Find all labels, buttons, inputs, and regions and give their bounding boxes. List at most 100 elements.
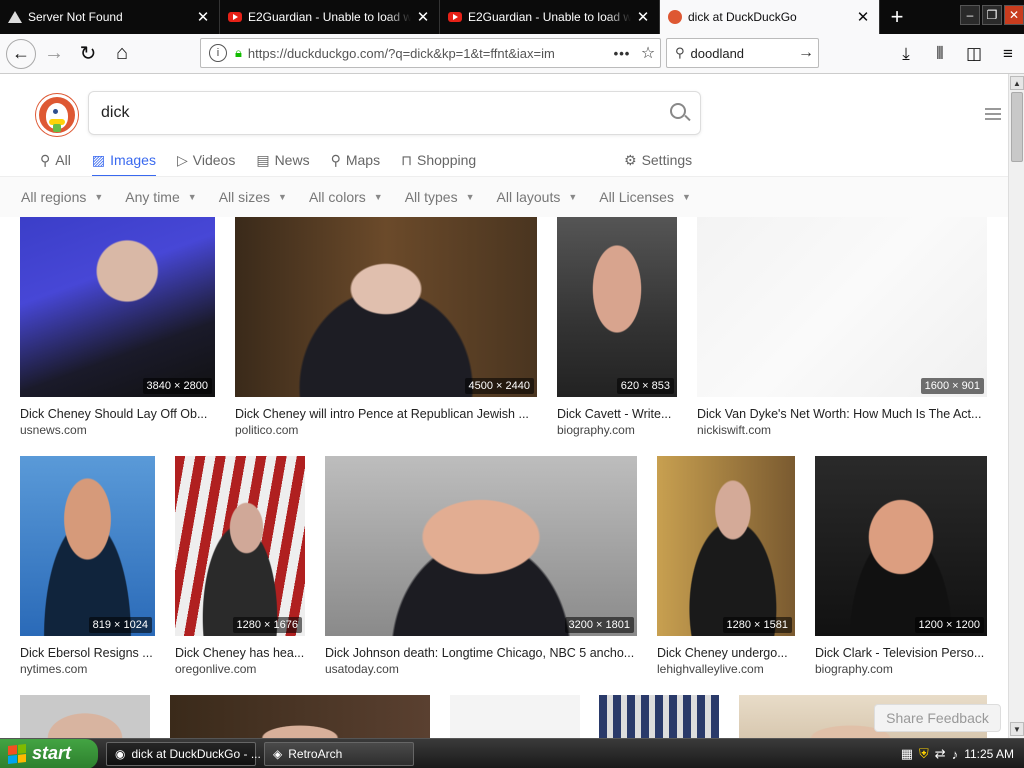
result-title[interactable]: Dick Cheney Should Lay Off Ob...	[20, 407, 215, 421]
menu-icon[interactable]: ≡	[992, 38, 1024, 70]
result-thumbnail[interactable]	[599, 695, 719, 738]
browser-search-bar[interactable]: ⚲ doodland →	[666, 38, 819, 68]
result-title[interactable]: Dick Van Dyke's Net Worth: How Much Is T…	[697, 407, 987, 421]
result-thumbnail[interactable]: 3200 × 1801	[325, 456, 637, 636]
info-icon[interactable]: i	[209, 44, 227, 62]
result-title[interactable]: Dick Cavett - Write...	[557, 407, 677, 421]
start-button[interactable]: start	[0, 738, 98, 768]
close-tab-icon[interactable]: ✕	[415, 8, 431, 26]
tab-shopping[interactable]: ⊓ Shopping	[401, 144, 476, 176]
result-source[interactable]: usnews.com	[20, 423, 215, 437]
result-thumbnail[interactable]	[170, 695, 430, 738]
shield-icon[interactable]: ⛨	[919, 746, 929, 762]
share-feedback-button[interactable]: Share Feedback	[874, 704, 1001, 732]
result-title[interactable]: Dick Clark - Television Perso...	[815, 646, 987, 660]
search-input[interactable]: doodland	[691, 46, 794, 61]
filter-color[interactable]: All colors ▼	[309, 189, 383, 205]
image-icon: ▨	[91, 151, 106, 168]
page-actions-icon[interactable]: •••	[608, 46, 636, 61]
filter-size[interactable]: All sizes ▼	[219, 189, 287, 205]
taskbar-item-firefox[interactable]: ◉ dick at DuckDuckGo - ...	[106, 741, 261, 766]
result-source[interactable]: biography.com	[815, 662, 987, 676]
result-source[interactable]: politico.com	[235, 423, 537, 437]
search-icon[interactable]	[660, 93, 700, 133]
bookmark-star-icon[interactable]: ☆	[636, 43, 660, 63]
result-source[interactable]: lehighvalleylive.com	[657, 662, 795, 676]
duckduckgo-logo[interactable]	[36, 94, 78, 136]
clock: 11:25 AM	[964, 747, 1014, 761]
result-source[interactable]: oregonlive.com	[175, 662, 305, 676]
result-thumbnail[interactable]: 1280 × 1676	[175, 456, 305, 636]
close-window-button[interactable]: ✕	[1004, 5, 1024, 25]
taskbar-item-retroarch[interactable]: ◈ RetroArch	[264, 741, 414, 766]
filter-type[interactable]: All types ▼	[405, 189, 475, 205]
tab-videos[interactable]: ▷ Videos	[177, 144, 235, 176]
result-thumbnail[interactable]: 620 × 853	[557, 217, 677, 397]
restore-button[interactable]: ❐	[982, 5, 1002, 25]
tab-news[interactable]: ▤ News	[256, 144, 309, 176]
scroll-up-arrow-icon[interactable]: ▲	[1010, 76, 1024, 90]
url-bar[interactable]: i 🔒︎ https://duckduckgo.com/?q=dick&kp=1…	[200, 38, 661, 68]
filter-region[interactable]: All regions ▼	[21, 189, 103, 205]
image-dimensions: 3200 × 1801	[564, 617, 634, 633]
search-box[interactable]: dick	[88, 91, 701, 135]
tab-server-not-found[interactable]: Server Not Found ✕	[0, 0, 220, 34]
tab-all[interactable]: ⚲ All	[40, 144, 71, 176]
back-button[interactable]: ←	[6, 38, 36, 69]
warning-icon	[8, 11, 22, 23]
reload-button[interactable]: ↻	[72, 38, 104, 70]
tab-images[interactable]: ▨ Images	[91, 144, 157, 177]
result-thumbnail[interactable]: 4500 × 2440	[235, 217, 537, 397]
result-thumbnail[interactable]: 1600 × 901	[697, 217, 987, 397]
scroll-down-arrow-icon[interactable]: ▼	[1010, 722, 1024, 736]
filter-label: All regions	[21, 189, 87, 205]
library-icon[interactable]: ⫴	[924, 38, 956, 70]
tab-duckduckgo[interactable]: dick at DuckDuckGo ✕	[660, 0, 880, 34]
result-source[interactable]: biography.com	[557, 423, 677, 437]
result-thumbnail[interactable]	[20, 695, 150, 738]
url-text[interactable]: https://duckduckgo.com/?q=dick&kp=1&t=ff…	[248, 46, 608, 61]
page-scrollbar[interactable]: ▲ ▼	[1008, 74, 1024, 738]
result-title[interactable]: Dick Cheney undergo...	[657, 646, 795, 660]
result-source[interactable]: nytimes.com	[20, 662, 155, 676]
minimize-button[interactable]: –	[960, 5, 980, 25]
forward-button[interactable]: →	[38, 38, 70, 70]
result-title[interactable]: Dick Johnson death: Longtime Chicago, NB…	[325, 646, 637, 660]
result-title[interactable]: Dick Cheney has hea...	[175, 646, 305, 660]
home-button[interactable]: ⌂	[106, 38, 138, 70]
close-tab-icon[interactable]: ✕	[195, 8, 211, 26]
tab-maps[interactable]: ⚲ Maps	[331, 144, 381, 176]
network-icon[interactable]: ⇄	[935, 746, 946, 762]
filter-license[interactable]: All Licenses ▼	[599, 189, 691, 205]
tab-e2guardian-1[interactable]: E2Guardian - Unable to load web ✕	[220, 0, 440, 34]
map-pin-icon: ⚲	[330, 151, 341, 168]
keyboard-icon[interactable]: ▦	[901, 746, 913, 762]
lock-icon: 🔒︎	[235, 45, 242, 60]
new-tab-button[interactable]: +	[880, 0, 914, 34]
result-thumbnail[interactable]: 3840 × 2800	[20, 217, 215, 397]
result-thumbnail[interactable]: 1280 × 1581	[657, 456, 795, 636]
scrollbar-thumb[interactable]	[1011, 92, 1023, 162]
filter-layout[interactable]: All layouts ▼	[497, 189, 578, 205]
image-dimensions: 1280 × 1676	[232, 617, 302, 633]
result-source[interactable]: usatoday.com	[325, 662, 637, 676]
filter-time[interactable]: Any time ▼	[125, 189, 196, 205]
result-title[interactable]: Dick Ebersol Resigns ...	[20, 646, 155, 660]
hamburger-menu-icon[interactable]	[985, 108, 1001, 120]
sidebar-icon[interactable]: ◫	[958, 38, 990, 70]
volume-icon[interactable]: ♪	[952, 747, 959, 762]
result-thumbnail[interactable]: 819 × 1024	[20, 456, 155, 636]
result-thumbnail[interactable]: 1200 × 1200	[815, 456, 987, 636]
search-query[interactable]: dick	[89, 104, 660, 122]
close-tab-icon[interactable]: ✕	[855, 8, 871, 26]
downloads-icon[interactable]: ⤓	[890, 38, 922, 70]
settings-button[interactable]: ⚙ Settings	[624, 144, 692, 176]
tab-e2guardian-2[interactable]: E2Guardian - Unable to load web ✕	[440, 0, 660, 34]
result-thumbnail[interactable]	[450, 695, 580, 738]
close-tab-icon[interactable]: ✕	[635, 8, 651, 26]
windows-taskbar: start ◉ dick at DuckDuckGo - ... ◈ Retro…	[0, 738, 1024, 768]
chevron-down-icon: ▼	[187, 192, 197, 202]
search-go-icon[interactable]: →	[794, 44, 818, 62]
result-source[interactable]: nickiswift.com	[697, 423, 987, 437]
result-title[interactable]: Dick Cheney will intro Pence at Republic…	[235, 407, 537, 421]
